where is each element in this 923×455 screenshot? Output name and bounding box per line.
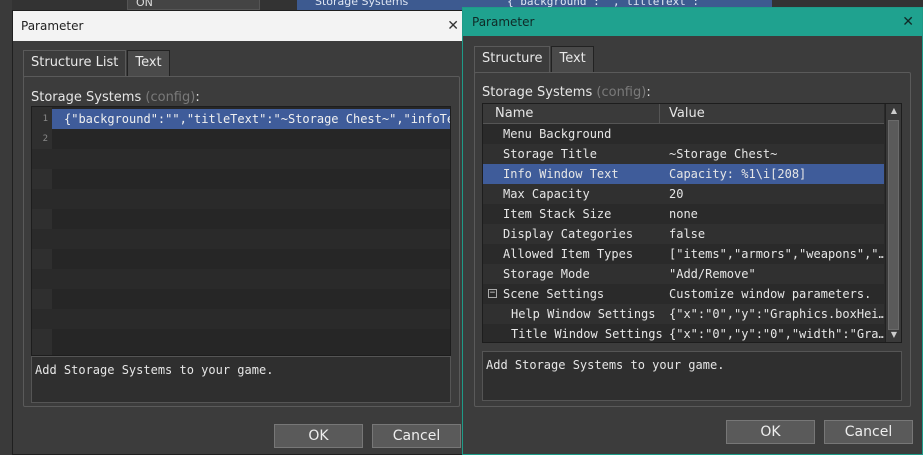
- label-text: Storage Systems: [31, 90, 142, 105]
- vertical-scrollbar[interactable]: ▲ ▼: [885, 104, 901, 342]
- dialog-title: Parameter: [21, 19, 84, 33]
- grid-row[interactable]: Menu Background: [483, 124, 884, 144]
- background-left-strip: [0, 0, 12, 455]
- editor-empty-line: [32, 269, 450, 289]
- grid-row[interactable]: Item Stack Size none: [483, 204, 884, 224]
- grid-row[interactable]: Max Capacity 20: [483, 184, 884, 204]
- dialog-title: Parameter: [472, 15, 535, 29]
- section-label: Storage Systems (config):: [31, 90, 200, 105]
- editor-empty-line: [32, 189, 450, 209]
- row-value: "Add/Remove": [669, 267, 756, 281]
- editor-empty-line: [32, 329, 450, 349]
- label-text: Storage Systems: [482, 85, 593, 100]
- row-name: Item Stack Size: [503, 207, 612, 221]
- dialog-titlebar: Parameter ✕: [463, 8, 922, 36]
- row-value: {"x":"0","y":"0","width":"Gra…: [669, 327, 884, 341]
- grid-row[interactable]: Allowed Item Types ["items","armors","we…: [483, 244, 884, 264]
- tab-structure-list[interactable]: Structure List: [23, 50, 127, 77]
- tab-bar: Structure List Text: [23, 50, 171, 77]
- tab-text[interactable]: Text: [127, 50, 170, 76]
- cancel-button[interactable]: Cancel: [372, 424, 461, 448]
- scroll-up-icon[interactable]: ▲: [886, 104, 901, 118]
- scroll-down-icon[interactable]: ▼: [886, 328, 901, 342]
- row-name: Max Capacity: [503, 187, 590, 201]
- editor-empty-line: [32, 209, 450, 229]
- property-grid[interactable]: Name Value Menu Background Storage Title…: [482, 103, 902, 343]
- row-value: {"x":"0","y":"Graphics.boxHei…: [669, 307, 884, 321]
- row-name: Info Window Text: [503, 167, 619, 181]
- json-editor[interactable]: 1 {"background":"","titleText":"~Storage…: [31, 106, 451, 356]
- column-value-header[interactable]: Value: [669, 104, 705, 124]
- row-name: Storage Mode: [503, 267, 590, 281]
- background-on-select: ON: [127, 0, 260, 10]
- editor-line[interactable]: 2: [32, 129, 450, 149]
- editor-empty-line: [32, 149, 450, 169]
- ok-button[interactable]: OK: [274, 424, 363, 448]
- label-suffix: :: [195, 90, 200, 105]
- grid-row-selected[interactable]: Info Window Text Capacity: %1\i[208]: [483, 164, 884, 184]
- parameter-dialog-left: Parameter ✕ Structure List Text Storage …: [12, 10, 468, 455]
- grid-row[interactable]: Storage Mode "Add/Remove": [483, 264, 884, 284]
- editor-empty-line: [32, 249, 450, 269]
- row-name: Menu Background: [503, 127, 612, 141]
- line-code[interactable]: {"background":"","titleText":"~Storage C…: [52, 109, 450, 129]
- row-name: Scene Settings: [503, 287, 605, 301]
- tab-structure[interactable]: Structure: [474, 46, 551, 73]
- line-number: 1: [42, 114, 48, 124]
- row-value: ["items","armors","weapons","…: [669, 247, 884, 261]
- row-value: none: [669, 207, 698, 221]
- row-value: Capacity: %1\i[208]: [669, 167, 807, 181]
- label-suffix: :: [646, 85, 651, 100]
- editor-empty-line: [32, 309, 450, 329]
- row-value: false: [669, 227, 706, 241]
- label-hint: (config): [596, 85, 647, 100]
- collapse-icon[interactable]: −: [488, 289, 497, 298]
- scrollbar-thumb[interactable]: [888, 120, 899, 330]
- cancel-button[interactable]: Cancel: [824, 420, 913, 444]
- row-name: Title Window Settings: [511, 327, 663, 341]
- row-value: Customize window parameters.: [669, 287, 872, 301]
- dialog-titlebar: Parameter ✕: [13, 11, 467, 41]
- row-name: Display Categories: [503, 227, 634, 241]
- description-box: Add Storage Systems to your game.: [31, 356, 451, 403]
- row-name: Allowed Item Types: [503, 247, 634, 261]
- parameter-dialog-right: Parameter ✕ Structure Text Storage Syste…: [462, 7, 923, 455]
- grid-row[interactable]: Title Window Settings {"x":"0","y":"0","…: [483, 324, 884, 342]
- background-storage-item: Storage Systems: [297, 0, 462, 10]
- section-label: Storage Systems (config):: [482, 85, 651, 100]
- line-code[interactable]: [52, 129, 450, 149]
- close-icon[interactable]: ✕: [447, 11, 459, 41]
- row-name: Help Window Settings: [511, 307, 656, 321]
- editor-empty-line: [32, 169, 450, 189]
- row-value: ~Storage Chest~: [669, 147, 778, 161]
- editor-line[interactable]: 1 {"background":"","titleText":"~Storage…: [32, 109, 450, 129]
- grid-row[interactable]: Display Categories false: [483, 224, 884, 244]
- editor-empty-line: [32, 229, 450, 249]
- label-hint: (config): [145, 90, 196, 105]
- grid-row[interactable]: Storage Title ~Storage Chest~: [483, 144, 884, 164]
- description-box: Add Storage Systems to your game.: [482, 351, 902, 401]
- ok-button[interactable]: OK: [726, 420, 815, 444]
- grid-row-group[interactable]: − Scene Settings Customize window parame…: [483, 284, 884, 304]
- close-icon[interactable]: ✕: [902, 8, 914, 36]
- row-name: Storage Title: [503, 147, 597, 161]
- line-number: 2: [42, 134, 48, 144]
- tab-bar: Structure Text: [474, 46, 595, 73]
- column-divider[interactable]: [659, 104, 660, 124]
- column-name-header[interactable]: Name: [495, 104, 533, 124]
- grid-row[interactable]: Help Window Settings {"x":"0","y":"Graph…: [483, 304, 884, 324]
- row-value: 20: [669, 187, 684, 201]
- tab-text[interactable]: Text: [551, 46, 594, 72]
- editor-empty-line: [32, 289, 450, 309]
- grid-header: Name Value: [483, 104, 884, 124]
